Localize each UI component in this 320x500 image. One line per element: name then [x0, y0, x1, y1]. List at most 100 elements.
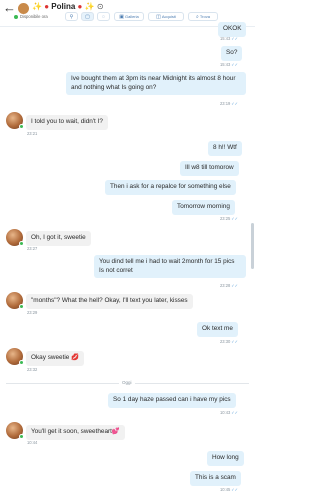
message-out[interactable]: So? [221, 46, 243, 61]
message-out[interactable]: This is a scam [190, 471, 241, 486]
message-text: Tomorrow morning [177, 203, 230, 210]
message-time: 23:32 [27, 367, 37, 372]
time-text: 23:32 [27, 367, 38, 372]
read-receipt-icon: ✓✓ [231, 101, 239, 106]
bag-icon: ◫ [156, 13, 161, 20]
message-text: Ive bought them at 3pm its near Midnight… [71, 75, 236, 91]
gallery-button[interactable]: ▣ Galleria [114, 12, 144, 21]
message-time: 10:45✓✓ [220, 487, 238, 492]
message-time: 15:43✓✓ [220, 62, 238, 67]
read-receipt-icon: ✓✓ [231, 487, 239, 492]
contact-avatar[interactable] [6, 112, 24, 129]
contact-avatar[interactable] [6, 422, 24, 439]
message-text: So? [226, 49, 238, 56]
verified-icon: ⊙ [96, 2, 104, 11]
online-dot-icon [19, 360, 24, 365]
purchases-button[interactable]: ◫ Acquisti [148, 12, 184, 21]
contact-avatar[interactable] [6, 348, 24, 365]
read-receipt-icon: ✓✓ [231, 216, 239, 221]
message-text: You'll get it soon, sweetheart [31, 428, 112, 435]
find-label: Trova [199, 14, 210, 19]
message-in[interactable]: You'll get it soon, sweetheart💕 [26, 425, 125, 440]
message-out[interactable]: Ive bought them at 3pm its near Midnight… [66, 72, 246, 96]
chat-options-button[interactable]: ◌ [97, 12, 110, 21]
time-text: 23:25 [220, 216, 231, 221]
message-out[interactable]: Then i ask for a repalce for something e… [105, 180, 236, 195]
message-text: So 1 day haze passed can i have my pics [113, 396, 231, 403]
profile-button[interactable]: ⚲ [65, 12, 78, 21]
messages-button[interactable]: ▢ [81, 12, 94, 21]
contact-name: Polina [51, 2, 76, 11]
message-time: 23:19✓✓ [220, 101, 238, 106]
online-dot-icon [19, 304, 24, 309]
read-receipt-icon: ✓✓ [231, 339, 239, 344]
chat-bubble-icon: ◌ [102, 13, 105, 20]
message-out[interactable]: How long [207, 451, 244, 466]
message-out[interactable]: Ok text me [197, 322, 238, 337]
online-dot-icon [19, 124, 24, 129]
message-in[interactable]: Okay sweetie 💋 [26, 351, 85, 366]
find-button[interactable]: ⌕ Trova [188, 12, 218, 21]
purchases-label: Acquisti [161, 14, 176, 19]
message-time: 23:30✓✓ [220, 339, 238, 344]
message-time: 23:27 [27, 246, 37, 251]
read-receipt-icon: ✓✓ [231, 62, 239, 67]
message-icon: ▢ [85, 13, 90, 20]
day-separator: Oggi [6, 380, 249, 386]
message-in[interactable]: "months"? What the hell? Okay, I'll text… [26, 294, 193, 309]
message-text: Ok text me [202, 325, 233, 332]
message-out[interactable]: Ill w8 till tomorow [180, 161, 239, 176]
strawberry-icon: ● [44, 2, 50, 11]
time-text: 23:21 [27, 131, 38, 136]
message-text: Then i ask for a repalce for something e… [110, 183, 231, 190]
read-receipt-icon: ✓✓ [231, 36, 239, 41]
message-out[interactable]: 8 h!! Wtf [208, 141, 242, 156]
message-in[interactable]: Oh, I got it, sweetie [26, 231, 91, 246]
online-status: Disponibile ora [14, 14, 48, 19]
time-text: 10:44 [27, 440, 38, 445]
contact-avatar[interactable] [6, 229, 24, 246]
time-text: 15:43 [220, 62, 231, 67]
message-text: "months"? What the hell? Okay, I'll text… [31, 297, 188, 304]
message-out[interactable]: OKOK [218, 22, 247, 37]
online-dot-icon [19, 434, 24, 439]
time-text: 23:30 [220, 339, 231, 344]
message-time: 10:44 [27, 440, 37, 445]
message-out[interactable]: Tomorrow morning [172, 200, 235, 215]
message-text: Ill w8 till tomorow [185, 164, 234, 171]
strawberry-icon: ● [77, 2, 83, 11]
message-text: Oh, I got it, sweetie [31, 234, 86, 241]
time-text: 23:27 [27, 246, 38, 251]
message-text: This is a scam [195, 474, 236, 481]
message-time: 10:43✓✓ [220, 410, 238, 415]
time-text: 23:29 [27, 310, 38, 315]
sparkle-icon: ✨ [84, 2, 95, 11]
image-icon: ▣ [119, 13, 124, 20]
message-time: 23:28✓✓ [220, 283, 238, 288]
message-out[interactable]: So 1 day haze passed can i have my pics [108, 393, 236, 408]
message-time: 23:21 [27, 131, 37, 136]
heart-emoji-icon: 💕 [111, 428, 120, 435]
message-out[interactable]: You dind tell me i had to wait 2month fo… [94, 255, 246, 279]
message-text: 8 h!! Wtf [213, 144, 237, 151]
gallery-label: Galleria [124, 14, 139, 19]
header-avatar[interactable] [18, 3, 29, 14]
message-text: You dind tell me i had to wait 2month fo… [99, 258, 235, 274]
message-time: 23:29 [27, 310, 37, 315]
time-text: 15:43 [220, 36, 231, 41]
day-label: Oggi [119, 380, 135, 385]
status-text: Disponibile ora [20, 14, 48, 19]
message-time: 15:43✓✓ [220, 36, 238, 41]
message-text: OKOK [223, 25, 242, 32]
contact-title: ✨ ● Polina ● ✨ ⊙ [32, 2, 104, 12]
back-arrow-icon[interactable]: ← [3, 1, 16, 15]
time-text: 23:19 [220, 101, 231, 106]
contact-avatar[interactable] [6, 292, 24, 309]
scrollbar[interactable] [251, 223, 254, 269]
message-in[interactable]: I told you to wait, didn't I? [26, 115, 108, 130]
message-text: Okay sweetie [31, 354, 70, 361]
read-receipt-icon: ✓✓ [231, 283, 239, 288]
chat-area: OKOK 15:43✓✓ So? 15:43✓✓ Ive bought them… [0, 22, 255, 500]
profile-icon: ⚲ [69, 13, 74, 20]
time-text: 23:28 [220, 283, 231, 288]
